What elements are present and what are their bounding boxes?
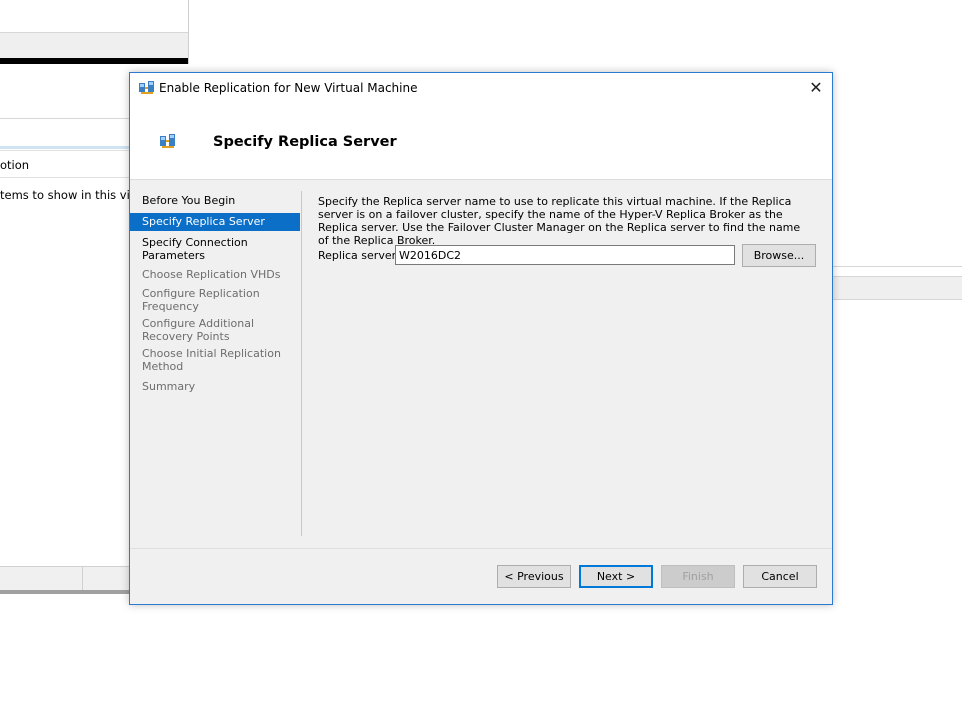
divider — [0, 118, 130, 119]
instructions-text: Specify the Replica server name to use t… — [318, 195, 801, 247]
step-configure-additional-recovery-points: Configure Additional Recovery Points — [142, 317, 255, 343]
step-configure-replication-frequency: Configure Replication Frequency — [142, 287, 260, 313]
replication-icon — [160, 134, 175, 148]
background-header — [832, 276, 962, 300]
replica-server-input[interactable] — [395, 245, 735, 265]
footer-divider — [130, 548, 832, 549]
step-before-you-begin[interactable]: Before You Begin — [130, 194, 300, 207]
wizard-steps: Before You Begin Specify Replica Server … — [130, 180, 302, 536]
cancel-button[interactable]: Cancel — [743, 565, 817, 588]
content-area: Specify the Replica server name to use t… — [318, 195, 818, 247]
empty-list-message: tems to show in this view. — [0, 188, 149, 202]
background-bar — [0, 58, 188, 64]
column-header-label: otion — [0, 158, 30, 172]
dialog-header: Specify Replica Server — [130, 103, 832, 180]
browse-button[interactable]: Browse... — [742, 244, 816, 267]
step-specify-replica-server[interactable]: Specify Replica Server — [130, 213, 300, 231]
close-button[interactable]: ✕ — [800, 73, 832, 103]
background-window-top — [0, 0, 189, 64]
background-scrollbar — [0, 590, 130, 594]
background-status-bar — [0, 566, 130, 591]
next-button[interactable]: Next > — [579, 565, 653, 588]
close-icon: ✕ — [809, 78, 823, 97]
step-choose-initial-replication-method: Choose Initial Replication Method — [142, 347, 281, 373]
step-choose-replication-vhds: Choose Replication VHDs — [142, 268, 281, 281]
background-window-list: otion tems to show in this view. — [0, 118, 149, 594]
step-specify-connection-parameters[interactable]: Specify Connection Parameters — [130, 236, 300, 262]
dialog-title: Enable Replication for New Virtual Machi… — [159, 81, 418, 95]
page-title: Specify Replica Server — [213, 134, 397, 150]
divider — [0, 146, 130, 149]
step-summary: Summary — [142, 380, 196, 393]
replication-app-icon — [139, 81, 154, 94]
column-header[interactable]: otion — [0, 150, 130, 178]
divider — [832, 266, 962, 267]
replication-dialog: Enable Replication for New Virtual Machi… — [129, 72, 833, 605]
dialog-title-bar: Enable Replication for New Virtual Machi… — [130, 73, 832, 103]
nav-separator — [301, 191, 302, 536]
previous-button[interactable]: < Previous — [497, 565, 571, 588]
background-toolbar — [0, 32, 188, 59]
finish-button: Finish — [661, 565, 735, 588]
divider — [82, 567, 83, 591]
background-window-right — [832, 266, 962, 300]
replica-server-label: Replica server: — [318, 249, 400, 262]
